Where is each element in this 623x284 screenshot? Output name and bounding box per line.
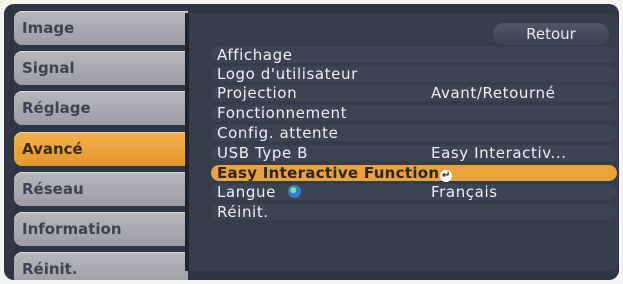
menu-item-label: Langue [217, 184, 301, 200]
sidebar-item-information[interactable]: Information [14, 212, 188, 246]
back-button[interactable]: Retour [493, 23, 609, 45]
sidebar-item-label: Signal [22, 59, 75, 77]
sidebar-item-label: Réglage [22, 99, 91, 117]
sidebar-item-reseau[interactable]: Réseau [14, 172, 188, 206]
menu-item-logo[interactable]: Logo d'utilisateur [211, 66, 617, 82]
sidebar-item-image[interactable]: Image [14, 11, 188, 45]
menu-item-label: Config. attente [217, 124, 339, 142]
menu-item-projection[interactable]: Projection Avant/Retourné [211, 85, 617, 101]
menu-item-langue[interactable]: Langue Français [211, 184, 617, 200]
menu-item-label: Affichage [217, 46, 293, 64]
menu-item-reinit[interactable]: Réinit. [211, 204, 617, 220]
settings-panel: Retour Affichage Logo d'utilisateur Proj… [185, 13, 619, 271]
menu-item-label: Fonctionnement [217, 104, 348, 122]
menu-item-fonctionnement[interactable]: Fonctionnement [211, 105, 617, 121]
menu-item-config-attente[interactable]: Config. attente [211, 125, 617, 141]
sidebar-item-label: Information [22, 220, 122, 238]
projector-menu: Image Signal Réglage Avancé Réseau Infor… [4, 4, 619, 280]
menu-item-label: Réinit. [217, 203, 269, 221]
enter-icon: ↵ [440, 170, 453, 182]
sidebar-item-label: Réseau [22, 180, 84, 198]
sidebar-item-label: Avancé [22, 140, 83, 158]
menu-item-easy-interactive-function[interactable]: Easy Interactive Function ↵ [211, 164, 617, 182]
sidebar-item-reinit[interactable]: Réinit. [14, 252, 188, 280]
menu-item-label: USB Type B [217, 144, 309, 162]
menu-item-label: Projection [217, 84, 298, 102]
sidebar-item-label: Image [22, 19, 75, 37]
menu-item-value: Avant/Retourné [431, 84, 556, 102]
menu-item-value: Français [431, 183, 498, 201]
globe-icon [287, 185, 301, 198]
menu-item-label: Easy Interactive Function ↵ [217, 164, 453, 182]
menu-item-label: Logo d'utilisateur [217, 65, 358, 83]
sidebar-item-reglage[interactable]: Réglage [14, 91, 188, 125]
menu-item-affichage[interactable]: Affichage [211, 47, 617, 63]
sidebar-item-signal[interactable]: Signal [14, 51, 188, 85]
sidebar-item-avance[interactable]: Avancé [14, 132, 192, 166]
menu-item-usb-type-b[interactable]: USB Type B Easy Interactiv... [211, 145, 617, 161]
sidebar: Image Signal Réglage Avancé Réseau Infor… [4, 4, 192, 280]
sidebar-item-label: Réinit. [22, 260, 78, 278]
menu-item-value: Easy Interactiv... [431, 144, 567, 162]
